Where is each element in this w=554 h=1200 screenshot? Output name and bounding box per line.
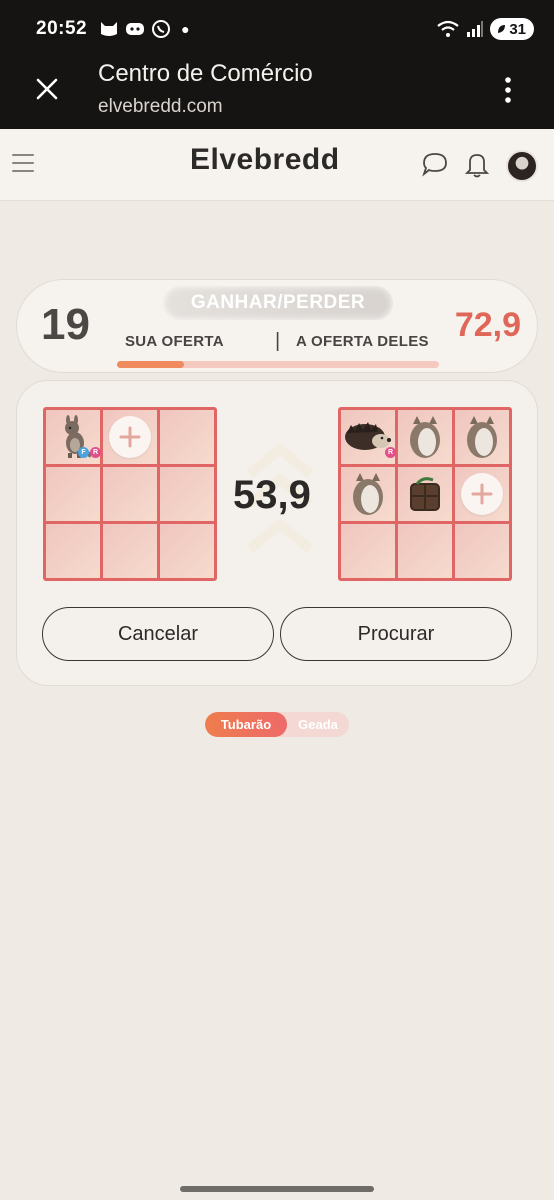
egg-pet-icon [353,473,383,515]
tag-ride: R [90,447,101,458]
offer-balance-fill [117,361,184,368]
your-empty-slot [46,467,100,521]
wooden-box-icon [410,477,440,511]
whatsapp-icon [152,20,171,38]
their-empty-slot [341,524,395,578]
avatar[interactable] [506,150,538,182]
menu-icon[interactable] [12,154,34,172]
discord-icon [126,23,145,35]
status-bar: 20:52 ● 31 [0,0,554,58]
battery-saver-icon [498,25,506,33]
your-add-slot[interactable] [103,410,157,464]
your-slot-1[interactable]: F R [46,410,101,464]
custom-tab-bar: Centro de Comércio elvebredd.com [0,58,554,129]
your-empty-slot [46,524,100,578]
your-empty-slot [160,467,214,521]
wifi-icon [437,20,459,37]
page-title: Centro de Comércio [98,60,313,87]
their-offer-value: 72,9 [454,306,521,344]
more-notifications-dot: ● [181,21,190,37]
bell-icon[interactable] [462,149,492,179]
their-slot-4[interactable] [341,467,395,521]
trade-score-card: 19 GANHAR/PERDER SUA OFERTA | A OFERTA D… [16,279,538,373]
your-offer-grid: F R [43,407,217,581]
offer-balance-bar [117,361,439,368]
chat-icon[interactable] [420,149,450,179]
their-slot-5[interactable] [398,467,452,521]
site-logo[interactable]: Elvebredd [190,143,340,177]
mode-option-inactive[interactable]: Geada [287,712,349,737]
your-offer-value: 19 [41,300,90,349]
add-item-button[interactable] [461,473,503,515]
battery-level: 31 [509,20,526,38]
status-time: 20:52 [36,18,88,39]
plus-icon [471,483,493,505]
signal-icon [467,21,484,37]
gesture-bar[interactable] [180,1186,374,1192]
tag-fly: F [78,447,89,458]
their-slot-2[interactable] [398,410,452,464]
win-lose-badge: GANHAR/PERDER [163,286,393,320]
offer-separator: | [275,330,281,352]
more-vert-icon[interactable] [503,76,513,104]
battery-indicator: 31 [490,18,534,40]
their-offer-label: A OFERTA DELES [296,333,429,350]
cancel-button[interactable]: Cancelar [42,607,274,661]
their-offer-grid: R [338,407,512,581]
cat-notification-icon [101,22,118,36]
your-empty-slot [103,467,157,521]
your-offer-label: SUA OFERTA [125,333,224,350]
mode-toggle[interactable]: Tubarão Geada [205,712,349,737]
value-difference: 53,9 [233,473,311,517]
notification-icons: ● [99,19,190,39]
your-empty-slot [160,410,214,464]
plus-icon [119,426,141,448]
their-slot-1[interactable]: R [341,410,396,464]
egg-pet-icon [467,416,497,458]
their-slot-3[interactable] [455,410,509,464]
tag-ride: R [385,447,396,458]
your-empty-slot [103,524,157,578]
your-empty-slot [160,524,214,578]
egg-pet-icon [410,416,440,458]
their-empty-slot [455,524,509,578]
site-header: Elvebredd [0,129,554,201]
page-url: elvebredd.com [98,96,223,117]
their-add-slot[interactable] [455,467,509,521]
mode-option-active[interactable]: Tubarão [205,712,287,737]
status-right: 31 [436,18,534,40]
add-item-button[interactable] [109,416,151,458]
close-icon[interactable] [34,76,60,102]
their-empty-slot [398,524,452,578]
search-button[interactable]: Procurar [280,607,512,661]
trade-panel: F R 53,9 R Cancelar Procurar [16,380,538,686]
